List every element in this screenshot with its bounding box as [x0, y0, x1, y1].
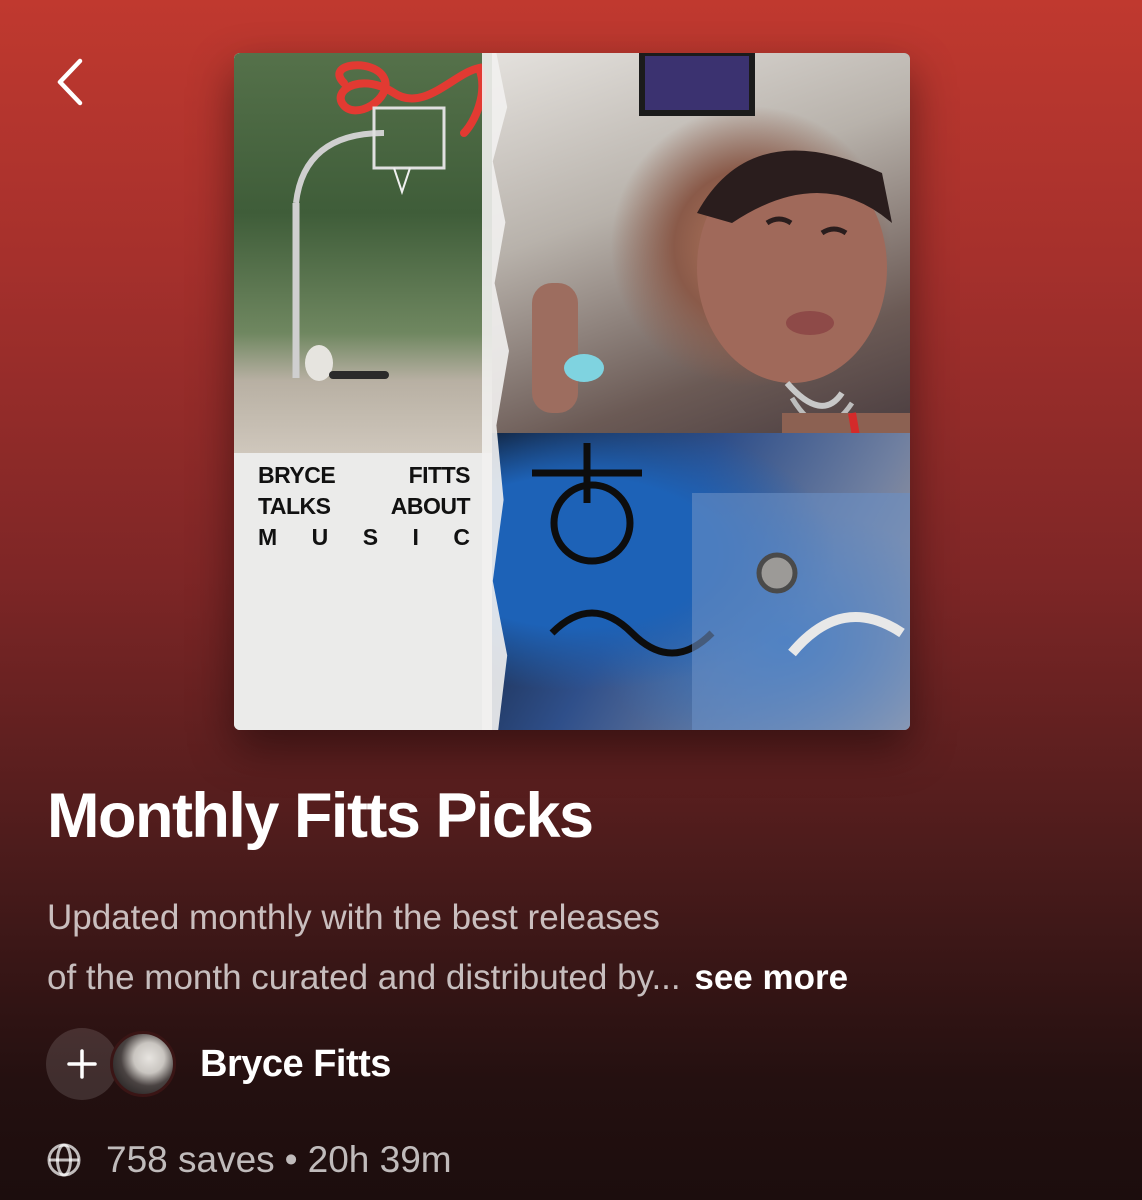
- owner-avatar[interactable]: [110, 1031, 176, 1097]
- see-more-link[interactable]: see more: [694, 958, 848, 997]
- description-line-2-text: of the month curated and distributed by.…: [47, 958, 681, 997]
- playlist-cover-art: BRYCE FITTS TALKS ABOUT M U S I C: [234, 53, 910, 730]
- globe-icon: [46, 1142, 82, 1178]
- cover-portrait-photo: [492, 53, 910, 484]
- poster-word: TALKS: [258, 493, 331, 519]
- playlist-duration: 20h 39m: [307, 1139, 452, 1180]
- cover-left-panel: BRYCE FITTS TALKS ABOUT M U S I C: [234, 53, 492, 730]
- cover-graffiti-art: [532, 443, 910, 730]
- cover-left-photo-art: [292, 61, 487, 381]
- cover-portrait-art: [532, 53, 910, 484]
- poster-letter: S: [362, 524, 379, 550]
- cover-right-panel: [492, 53, 910, 730]
- description-line-2: of the month curated and distributed by.…: [47, 948, 1097, 1008]
- cover-graffiti-photo: [492, 433, 910, 730]
- playlist-description: Updated monthly with the best releases o…: [47, 888, 1097, 1008]
- saves-count: 758 saves: [106, 1139, 275, 1180]
- poster-letter: C: [453, 524, 470, 550]
- playlist-title: Monthly Fitts Picks: [47, 781, 594, 851]
- plus-icon: [67, 1049, 97, 1079]
- chevron-left-icon: [57, 58, 83, 106]
- playlist-meta-row: 758 saves • 20h 39m: [46, 1134, 452, 1186]
- poster-word: ABOUT: [390, 493, 471, 519]
- add-to-library-button[interactable]: [46, 1028, 118, 1100]
- poster-letter: I: [412, 524, 419, 550]
- poster-letter: M: [258, 524, 278, 550]
- poster-letter: U: [311, 524, 329, 550]
- description-line-1: Updated monthly with the best releases: [47, 898, 660, 937]
- poster-word: BRYCE: [258, 462, 336, 488]
- owner-name[interactable]: Bryce Fitts: [200, 1043, 391, 1086]
- poster-word: FITTS: [408, 462, 471, 488]
- back-button[interactable]: [40, 52, 100, 112]
- cover-poster-text: BRYCE FITTS TALKS ABOUT M U S I C: [258, 460, 471, 553]
- cover-basketball-court-photo: [234, 53, 492, 453]
- owner-row: Bryce Fitts: [46, 1028, 391, 1100]
- meta-separator: •: [284, 1139, 298, 1180]
